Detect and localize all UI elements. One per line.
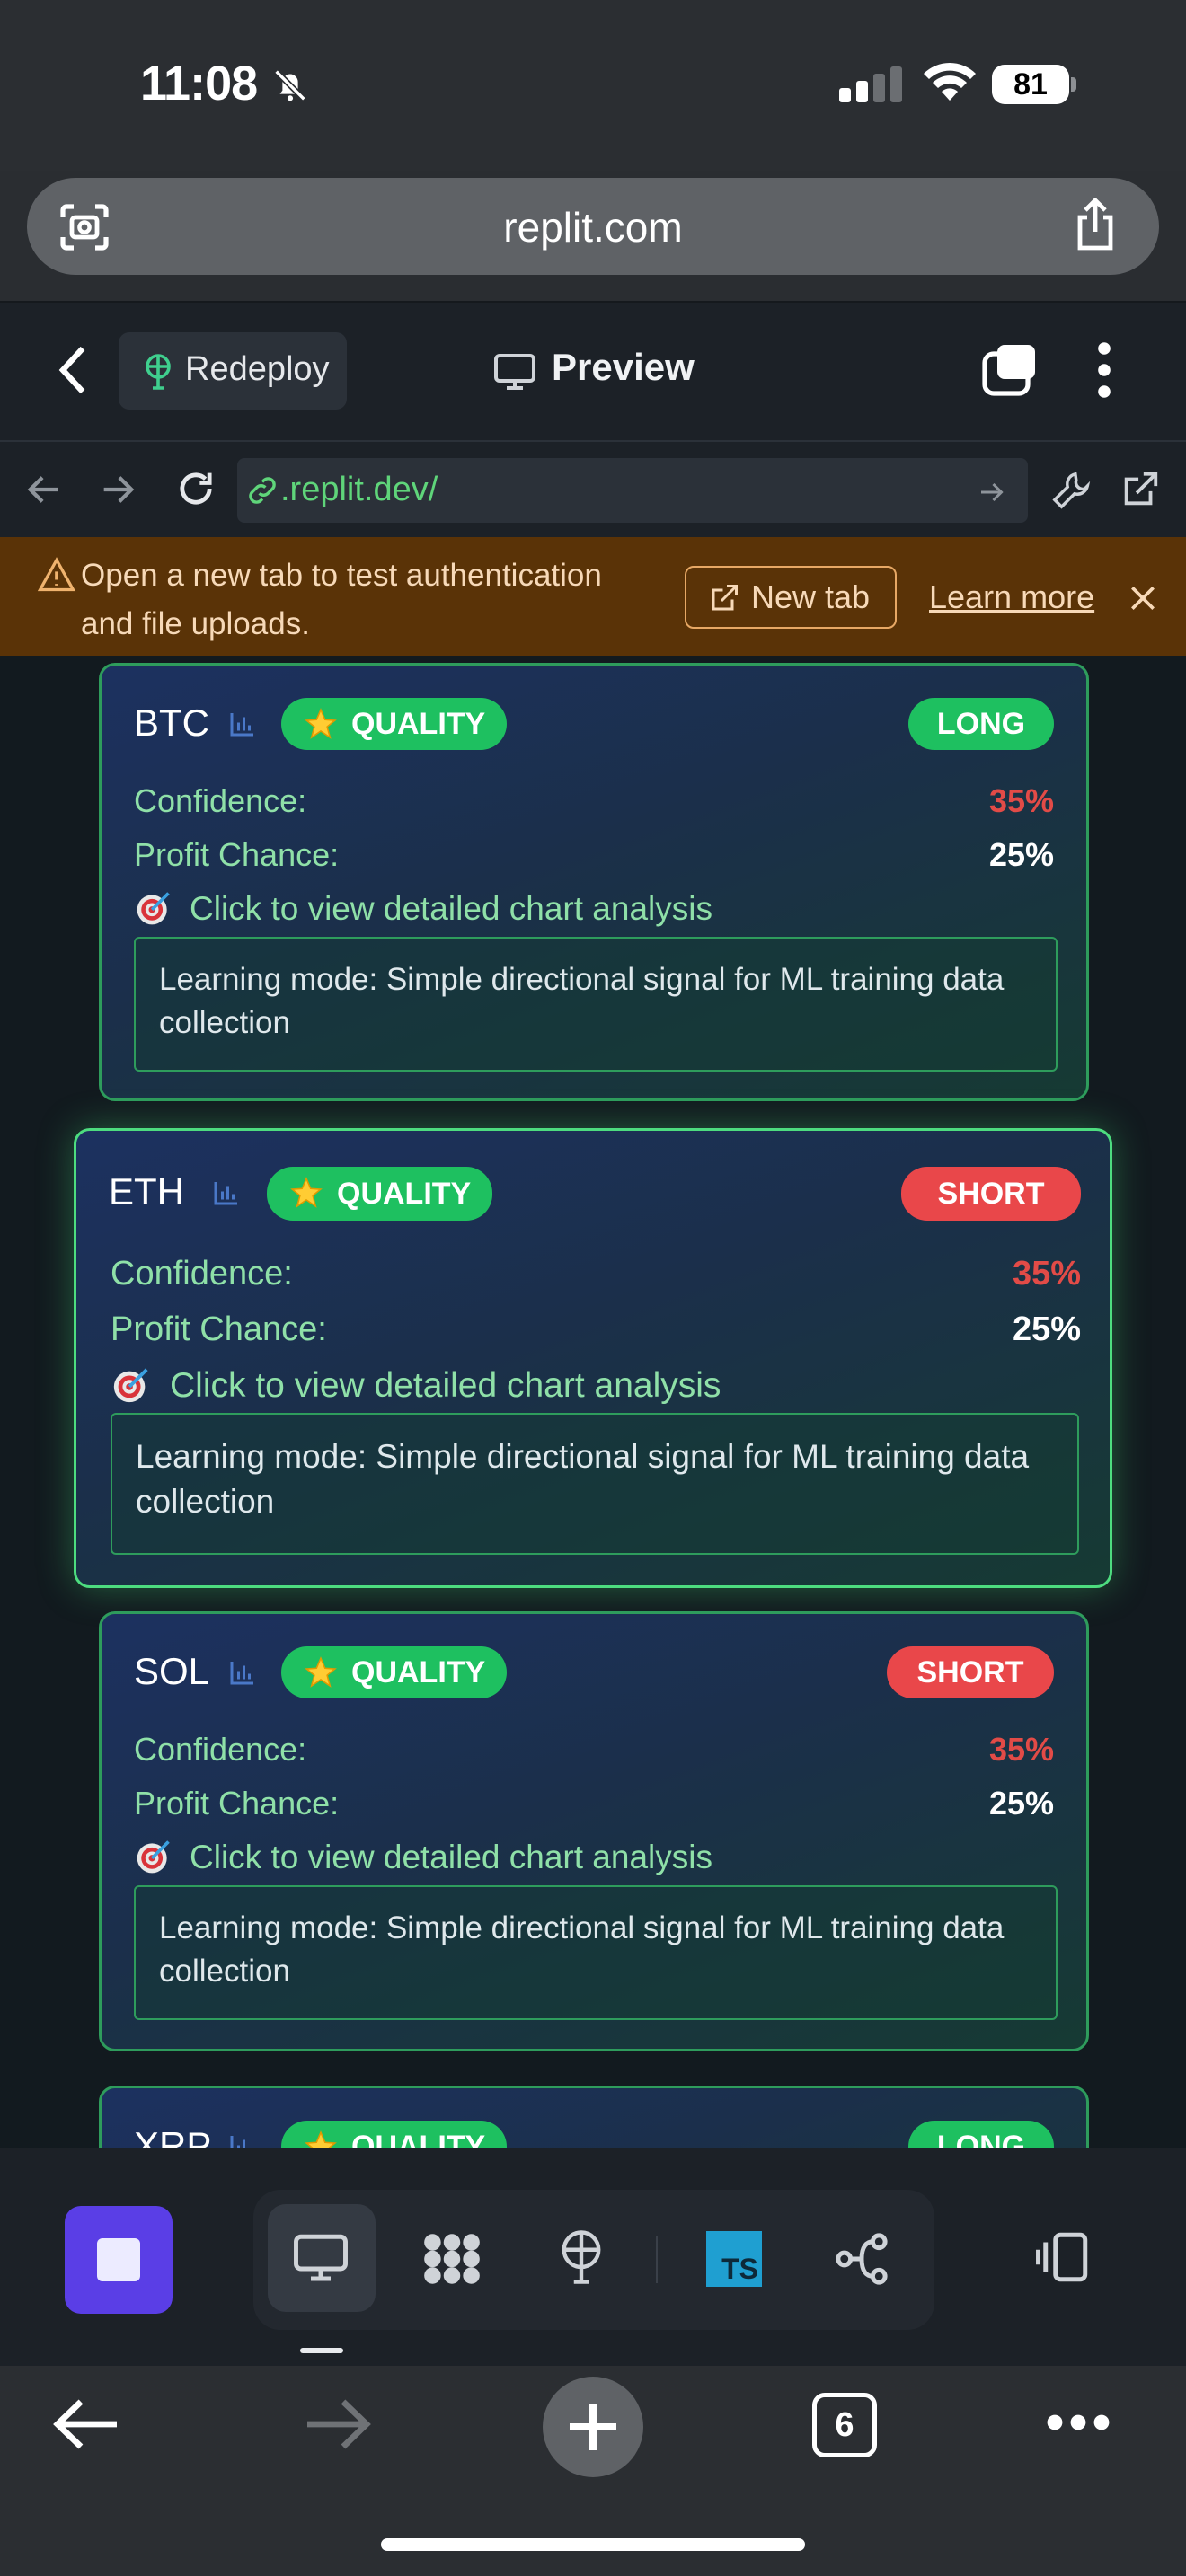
- arrow-right-icon[interactable]: [97, 469, 138, 510]
- target-icon: [137, 1840, 170, 1874]
- battery-level: 81: [992, 65, 1069, 104]
- confidence-value: 35%: [988, 1731, 1054, 1768]
- signal-card-selected[interactable]: ETH QUALITY SHORT Confidence: 35% Profit…: [74, 1128, 1112, 1588]
- signal-card[interactable]: SOL QUALITY SHORT Confidence: 35% Profit…: [99, 1611, 1089, 2051]
- profit-value: 25%: [988, 836, 1054, 873]
- chart-bars-icon: [230, 713, 253, 737]
- direction-badge: LONG: [908, 2121, 1054, 2148]
- star-icon: [305, 708, 337, 739]
- git-branch-icon[interactable]: [832, 2229, 891, 2289]
- toolbar-divider: [656, 2236, 658, 2283]
- deploy-icon: [146, 354, 171, 390]
- card-symbol: SOL: [134, 1650, 210, 1692]
- forward-arrow-icon[interactable]: [302, 2395, 374, 2454]
- card-symbol: BTC: [134, 701, 209, 744]
- target-icon: [113, 1368, 148, 1403]
- learning-mode-note: Learning mode: Simple directional signal…: [134, 937, 1058, 1072]
- reload-icon[interactable]: [173, 465, 219, 512]
- back-arrow-icon[interactable]: [50, 2395, 122, 2454]
- close-icon[interactable]: [1125, 580, 1161, 616]
- quality-badge: QUALITY: [281, 1646, 508, 1698]
- plus-icon: [570, 2404, 616, 2450]
- safari-address-text[interactable]: replit.com: [0, 203, 1186, 251]
- bell-muted-icon: [274, 69, 306, 101]
- preview-title: Preview: [552, 346, 695, 388]
- confidence-value: 35%: [1012, 1255, 1081, 1292]
- banner-message: Open a new tab to test authentication an…: [81, 558, 602, 641]
- star-icon: [290, 1177, 323, 1208]
- back-chevron-icon[interactable]: [56, 343, 92, 397]
- profit-value: 25%: [988, 1785, 1054, 1822]
- more-options-icon[interactable]: [1091, 341, 1118, 399]
- wifi-icon: [924, 62, 976, 101]
- chart-analysis-link[interactable]: Click to view detailed chart analysis: [190, 1839, 712, 1876]
- external-link-icon: [712, 585, 738, 611]
- quality-label: QUALITY: [337, 1177, 472, 1211]
- direction-badge: SHORT: [901, 1167, 1081, 1221]
- deploy-icon[interactable]: [552, 2228, 611, 2287]
- direction-badge: SHORT: [887, 1646, 1054, 1698]
- learning-mode-note: Learning mode: Simple directional signal…: [111, 1413, 1079, 1555]
- tabs-icon[interactable]: [981, 343, 1039, 397]
- arrow-left-icon[interactable]: [23, 469, 65, 510]
- more-horizontal-icon[interactable]: [1046, 2409, 1111, 2436]
- signal-card[interactable]: XRP QUALITY LONG: [99, 2086, 1089, 2148]
- devtools-wrench-icon[interactable]: [1051, 469, 1093, 510]
- monitor-icon: [494, 354, 535, 390]
- workspace-grid-icon[interactable]: [419, 2226, 485, 2292]
- confidence-label: Confidence:: [134, 782, 307, 819]
- cellular-signal-icon: [839, 66, 907, 102]
- chart-analysis-link[interactable]: Click to view detailed chart analysis: [170, 1366, 721, 1406]
- learn-more-link[interactable]: Learn more: [929, 578, 1094, 616]
- quality-label: QUALITY: [351, 2130, 486, 2148]
- chart-bars-icon: [230, 2136, 251, 2148]
- preview-url-text[interactable]: .replit.dev/: [280, 471, 438, 509]
- quality-label: QUALITY: [351, 707, 486, 741]
- profit-label: Profit Chance:: [111, 1310, 327, 1348]
- target-icon: [137, 892, 170, 925]
- warning-icon: [37, 557, 76, 592]
- confidence-label: Confidence:: [111, 1255, 293, 1292]
- external-link-icon[interactable]: [1120, 469, 1161, 510]
- learning-mode-note: Learning mode: Simple directional signal…: [134, 1885, 1058, 2020]
- card-symbol: XRP: [134, 2124, 212, 2148]
- go-arrow-icon[interactable]: [976, 476, 1008, 508]
- star-icon: [305, 2130, 337, 2148]
- home-indicator: [381, 2538, 805, 2551]
- signal-list: BTC QUALITY LONG Confidence: 35% Profit …: [0, 656, 1186, 2148]
- typescript-icon[interactable]: TS: [706, 2231, 762, 2287]
- link-icon: [249, 477, 276, 504]
- stop-icon: [97, 2238, 140, 2281]
- quality-badge: QUALITY: [281, 698, 508, 750]
- card-symbol: ETH: [109, 1170, 184, 1213]
- tab-switcher-button[interactable]: 6: [812, 2393, 877, 2457]
- battery-nub: [1071, 77, 1076, 92]
- quality-label: QUALITY: [351, 1655, 486, 1689]
- profit-label: Profit Chance:: [134, 1785, 340, 1822]
- confidence-label: Confidence:: [134, 1731, 307, 1768]
- status-time: 11:08: [140, 57, 258, 110]
- chart-bars-icon: [214, 1182, 237, 1205]
- redeploy-label[interactable]: Redeploy: [185, 350, 330, 389]
- confidence-value: 35%: [988, 782, 1054, 819]
- share-icon[interactable]: [1071, 198, 1120, 251]
- new-tab-label[interactable]: New tab: [751, 578, 870, 616]
- star-icon: [305, 1656, 337, 1688]
- panel-toggle-icon[interactable]: [1033, 2228, 1093, 2287]
- signal-card[interactable]: BTC QUALITY LONG Confidence: 35% Profit …: [99, 663, 1089, 1101]
- monitor-icon[interactable]: [291, 2229, 350, 2289]
- active-tool-indicator: [300, 2348, 343, 2353]
- profit-value: 25%: [1012, 1310, 1081, 1348]
- direction-badge: LONG: [908, 698, 1054, 750]
- profit-label: Profit Chance:: [134, 836, 340, 873]
- chart-bars-icon: [230, 1662, 253, 1685]
- quality-badge: QUALITY: [281, 2121, 508, 2148]
- quality-badge: QUALITY: [267, 1167, 493, 1221]
- chart-analysis-link[interactable]: Click to view detailed chart analysis: [190, 890, 712, 928]
